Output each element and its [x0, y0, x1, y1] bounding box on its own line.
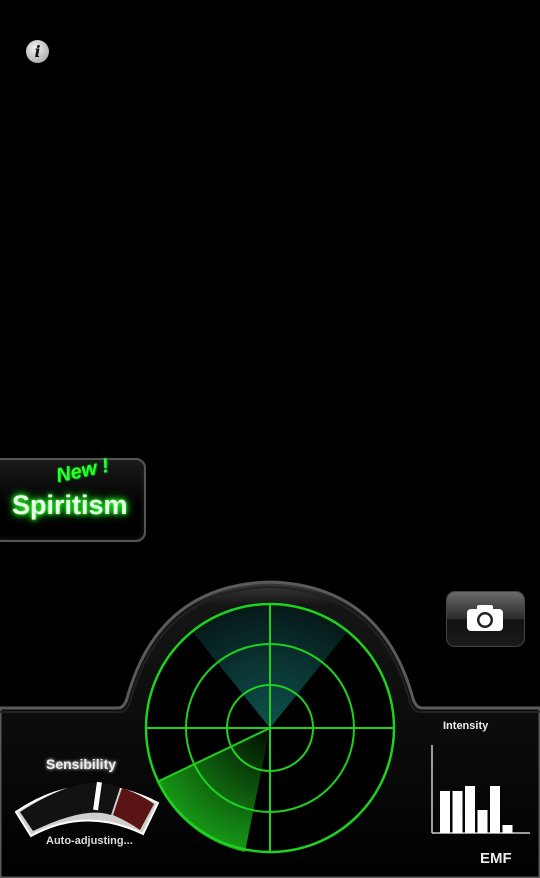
- intensity-bar: [440, 791, 450, 833]
- intensity-title: Intensity: [443, 720, 489, 732]
- intensity-bar: [490, 786, 500, 833]
- sensibility-title: Sensibility: [46, 756, 117, 772]
- camera-icon: [467, 605, 503, 631]
- intensity-bar: [502, 825, 513, 833]
- radar-display: [144, 602, 396, 854]
- emf-label: EMF: [480, 850, 512, 867]
- sensibility-status: Auto-adjusting...: [46, 835, 133, 847]
- intensity-bar: [452, 791, 463, 833]
- intensity-bar: [465, 786, 475, 833]
- console-panel: [0, 580, 540, 878]
- camera-button[interactable]: [446, 591, 525, 647]
- intensity-bar: [477, 810, 488, 833]
